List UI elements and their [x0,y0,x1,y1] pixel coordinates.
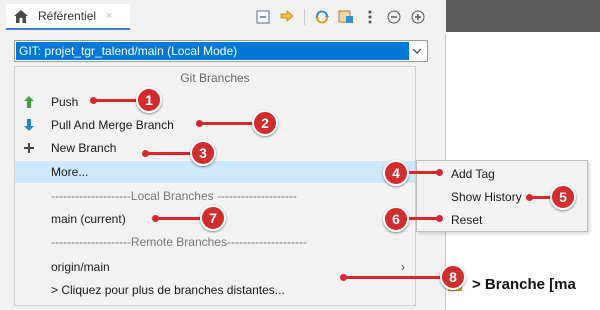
menu-item-label: More... [51,165,89,179]
callout-line [409,171,437,174]
tab-referentiel[interactable]: Référentiel × [6,4,130,30]
menu-item-more-remote[interactable]: > Cliquez pour plus de branches distante… [15,279,415,301]
arrow-down-icon [15,119,43,131]
remote-branches-separator: --------------------Remote Branches-----… [51,235,307,249]
collapse-all-icon[interactable] [254,8,272,26]
editor-area [446,0,600,310]
menu-item-label: > Cliquez pour plus de branches distante… [51,283,285,297]
maximize-icon[interactable] [409,8,427,26]
callout-badge: 8 [440,264,466,290]
callout-badge: 2 [252,110,278,136]
menu-item-remote-branch[interactable]: origin/main › [15,256,415,278]
repository-panel: Référentiel × GIT: projet_tgr_talend/mai… [0,0,446,310]
git-branches-menu: Git Branches Push Pull And Merge Branch … [14,66,416,306]
callout-badge: 1 [136,87,162,113]
callout-line [155,217,201,220]
refresh-icon[interactable] [313,8,331,26]
plus-icon [15,143,43,153]
tab-label: Référentiel [38,9,97,23]
tab-bar: Référentiel × [0,0,446,34]
filter-icon[interactable] [337,8,355,26]
callout-line [199,122,253,125]
callout-pointer [436,215,443,222]
chevron-right-icon: › [401,260,405,274]
menu-item-label: Pull And Merge Branch [51,118,174,132]
editor-header-band [446,0,600,32]
callout-badge: 3 [190,140,216,166]
callout-line [93,99,137,102]
menu-item-push[interactable]: Push [15,91,415,113]
minimize-icon[interactable] [385,8,403,26]
local-branches-separator: --------------------Local Branches -----… [51,189,297,203]
callout-badge: 4 [383,160,409,186]
branch-title-text: > Branche [ma [472,275,576,293]
menu-item-more[interactable]: More... [15,161,415,183]
menu-item-label: New Branch [51,141,117,155]
callout-line [529,196,551,199]
link-editor-icon[interactable] [278,8,296,26]
combo-selected-value: GIT: projet_tgr_talend/main (Local Mode) [16,42,409,60]
chevron-down-icon[interactable] [409,42,425,60]
view-menu-icon[interactable] [361,8,379,26]
callout-line [409,217,437,220]
menu-item-label: main (current) [51,212,126,226]
callout-badge: 6 [383,206,409,232]
menu-item-label: origin/main [51,260,110,274]
close-icon[interactable]: × [106,10,112,22]
callout-line [145,152,191,155]
arrow-up-icon [15,96,43,108]
view-toolbar [254,6,427,28]
menu-header: Git Branches [180,71,250,85]
callout-line [343,276,441,279]
branch-title: > Branche [ma [448,270,576,298]
callout-badge: 7 [200,205,226,231]
callout-pointer [436,169,443,176]
home-icon [12,8,30,24]
toolbar-separator [304,9,305,25]
repository-branch-combo[interactable]: GIT: projet_tgr_talend/main (Local Mode) [14,40,428,62]
callout-badge: 5 [550,184,576,210]
menu-item-label: Push [51,95,79,109]
menu-item-pull-and-merge[interactable]: Pull And Merge Branch [15,114,415,136]
